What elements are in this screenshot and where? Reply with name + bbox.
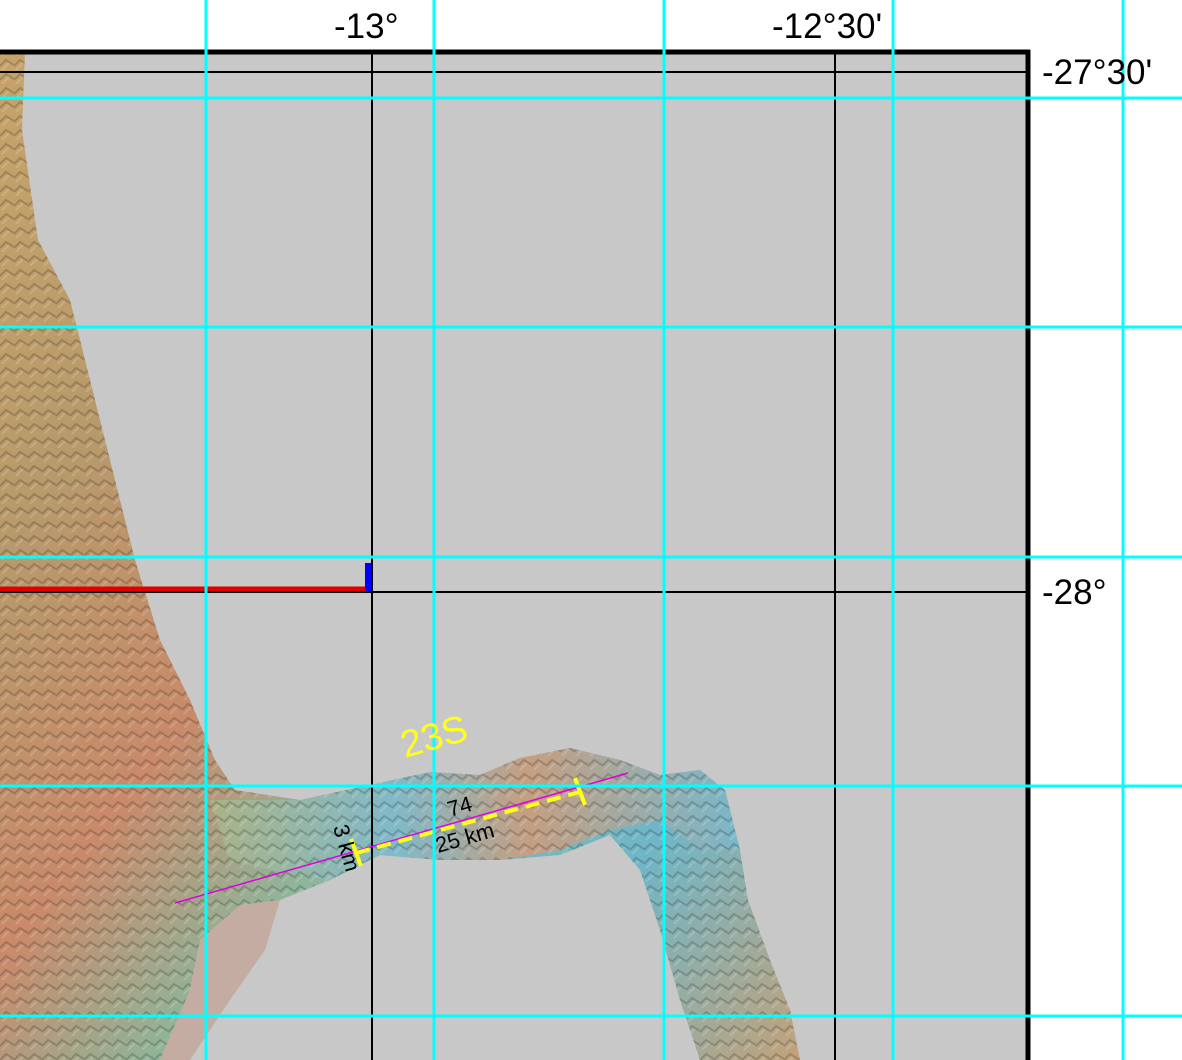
latitude-label-27-30: -27°30' (1042, 53, 1152, 92)
track-end-marker (365, 563, 371, 591)
longitude-label-12-30: -12°30' (772, 7, 882, 46)
latitude-label-28: -28° (1042, 573, 1107, 612)
longitude-label-13: -13° (334, 7, 399, 46)
map-canvas: -13° -12°30' -27°30' -28° 23S 74 25 km 3… (0, 0, 1182, 1060)
